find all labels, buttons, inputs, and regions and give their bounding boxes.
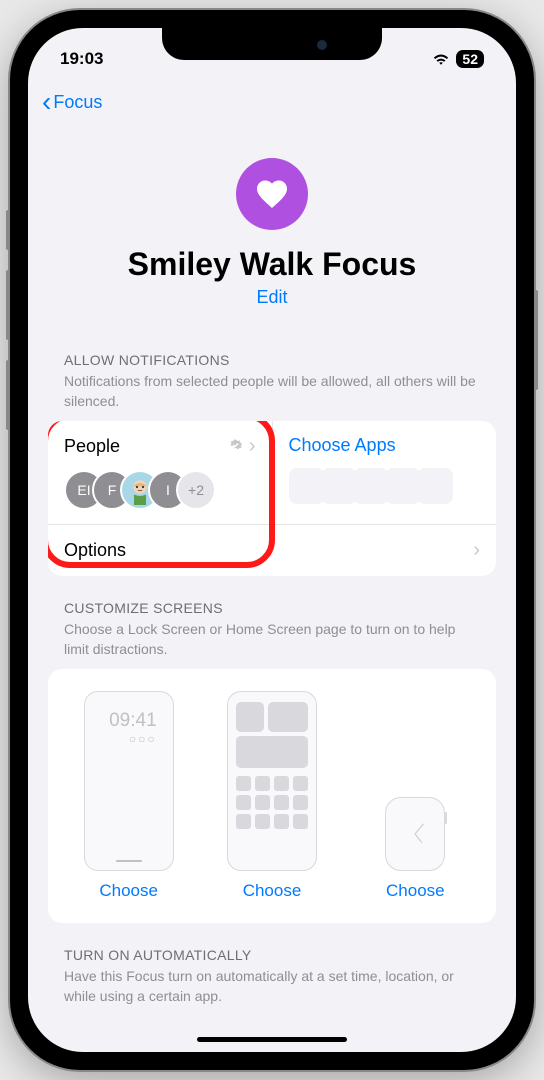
choose-link[interactable]: Choose <box>99 881 158 901</box>
section-desc: Have this Focus turn on automatically at… <box>48 967 496 1016</box>
hero-section: Smiley Walk Focus Edit <box>28 118 516 328</box>
auto-section: TURN ON AUTOMATICALLY Have this Focus tu… <box>28 923 516 1036</box>
nav-bar: ‹ Focus <box>28 76 516 118</box>
apps-cell[interactable]: Choose Apps <box>273 421 497 524</box>
battery-badge: 52 <box>456 50 484 68</box>
options-label: Options <box>64 540 126 561</box>
avatar-more: +2 <box>176 470 216 510</box>
people-cell[interactable]: People › EI F I <box>48 421 273 524</box>
home-screen-preview <box>227 691 317 871</box>
people-title: People <box>64 436 120 457</box>
phone-frame: 19:03 52 ‹ Focus Smiley Walk Focus Edit … <box>10 10 534 1070</box>
section-header: TURN ON AUTOMATICALLY <box>48 947 496 967</box>
notch <box>162 28 382 60</box>
page-title: Smiley Walk Focus <box>48 246 496 283</box>
choose-link[interactable]: Choose <box>243 881 302 901</box>
watch-preview <box>385 797 445 871</box>
notifications-card: People › EI F I <box>48 421 496 576</box>
allow-notifications-section: ALLOW NOTIFICATIONS Notifications from s… <box>28 328 516 576</box>
avatar-stack: EI F I +2 <box>64 470 256 510</box>
app-placeholders <box>289 468 481 504</box>
lock-dots: ○○○ <box>95 732 163 746</box>
volume-down <box>6 360 10 430</box>
status-time: 19:03 <box>60 49 103 69</box>
lock-time: 09:41 <box>95 710 163 732</box>
back-label: Focus <box>53 92 102 113</box>
edit-button[interactable]: Edit <box>48 287 496 308</box>
chevron-right-icon: › <box>473 539 480 562</box>
home-screen-option[interactable]: Choose <box>207 691 336 901</box>
status-right: 52 <box>432 50 484 68</box>
home-indicator[interactable] <box>197 1037 347 1042</box>
lock-screen-preview: 09:41 ○○○ <box>84 691 174 871</box>
wifi-icon <box>432 53 450 66</box>
power-button <box>534 290 538 390</box>
verified-icon <box>227 438 245 456</box>
back-button[interactable]: ‹ Focus <box>42 86 102 118</box>
options-row[interactable]: Options › <box>48 524 496 576</box>
customize-screens-section: CUSTOMIZE SCREENS Choose a Lock Screen o… <box>28 576 516 923</box>
section-desc: Choose a Lock Screen or Home Screen page… <box>48 620 496 669</box>
section-desc: Notifications from selected people will … <box>48 372 496 421</box>
apps-title: Choose Apps <box>289 435 396 456</box>
section-header: CUSTOMIZE SCREENS <box>48 600 496 620</box>
mute-switch <box>6 210 10 250</box>
volume-up <box>6 270 10 340</box>
lock-screen-option[interactable]: 09:41 ○○○ Choose <box>64 691 193 901</box>
watch-option[interactable]: Choose <box>351 691 480 901</box>
section-header: ALLOW NOTIFICATIONS <box>48 352 496 372</box>
choose-link[interactable]: Choose <box>386 881 445 901</box>
chevron-left-icon: ‹ <box>42 86 51 118</box>
screens-card: 09:41 ○○○ Choose <box>48 669 496 923</box>
screen: 19:03 52 ‹ Focus Smiley Walk Focus Edit … <box>28 28 516 1052</box>
chevron-right-icon: › <box>249 435 256 458</box>
heart-icon <box>236 158 308 230</box>
